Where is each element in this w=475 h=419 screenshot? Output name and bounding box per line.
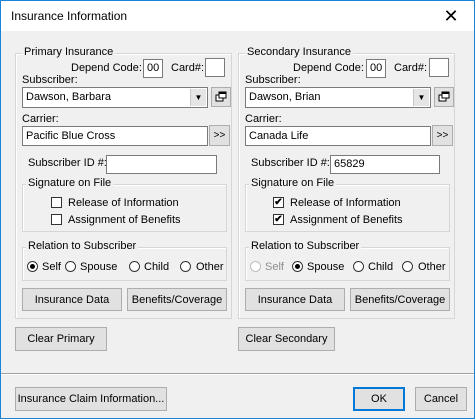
clear-primary-button[interactable]: Clear Primary xyxy=(15,327,107,351)
clear-secondary-button[interactable]: Clear Secondary xyxy=(238,327,335,351)
secondary-subscriber-id-label: Subscriber ID #: xyxy=(251,157,330,169)
secondary-carrier-label: Carrier: xyxy=(245,113,282,125)
secondary-assignment-checkbox[interactable]: ✔ xyxy=(273,214,284,225)
secondary-relation-child-radio[interactable] xyxy=(353,261,364,272)
secondary-release-label: Release of Information xyxy=(290,197,401,209)
ok-button[interactable]: OK xyxy=(353,387,405,411)
chevron-down-icon[interactable]: ▼ xyxy=(413,89,429,106)
window-title: Insurance Information xyxy=(11,9,128,23)
primary-subscriber-id-input[interactable] xyxy=(106,155,217,174)
primary-group-label: Primary Insurance xyxy=(22,46,116,58)
primary-card-input[interactable] xyxy=(205,58,225,77)
title-bar: Insurance Information ✕ xyxy=(1,1,474,31)
primary-assignment-checkbox[interactable] xyxy=(51,214,62,225)
secondary-subscriber-value: Dawson, Brian xyxy=(249,91,321,103)
footer-divider xyxy=(1,373,474,375)
secondary-relation-child-label: Child xyxy=(368,261,394,273)
secondary-insurance-data-button[interactable]: Insurance Data xyxy=(245,288,345,311)
primary-relation-self-label: Self xyxy=(42,261,61,273)
secondary-subscriber-select[interactable]: Dawson, Brian ▼ xyxy=(245,87,431,108)
primary-subscriber-value: Dawson, Barbara xyxy=(26,91,111,103)
primary-relation-child-label: Child xyxy=(144,261,170,273)
primary-insurance-data-button[interactable]: Insurance Data xyxy=(22,288,122,311)
secondary-benefits-button[interactable]: Benefits/Coverage xyxy=(350,288,450,311)
primary-relation-child-radio[interactable] xyxy=(129,261,140,272)
window-copy-icon xyxy=(438,91,450,102)
insurance-dialog: Insurance Information ✕ Primary Insuranc… xyxy=(0,0,475,419)
primary-relation-other-radio[interactable] xyxy=(180,261,191,272)
secondary-card-input[interactable] xyxy=(429,58,449,77)
insurance-claim-info-button[interactable]: Insurance Claim Information... xyxy=(15,387,167,411)
secondary-signature-label: Signature on File xyxy=(249,177,337,189)
primary-signature-label: Signature on File xyxy=(26,177,114,189)
primary-relation-other-label: Other xyxy=(196,261,224,273)
primary-assignment-label: Assignment of Benefits xyxy=(68,214,181,226)
primary-carrier-input[interactable]: Pacific Blue Cross xyxy=(22,126,208,146)
primary-relation-label: Relation to Subscriber xyxy=(26,240,139,252)
secondary-depend-code-label: Depend Code: xyxy=(293,62,364,74)
primary-depend-code-label: Depend Code: xyxy=(71,62,142,74)
primary-subscriber-lookup-button[interactable] xyxy=(211,87,231,107)
primary-carrier-browse-button[interactable]: >> xyxy=(209,125,230,146)
primary-subscriber-id-label: Subscriber ID #: xyxy=(28,157,107,169)
secondary-card-label: Card#: xyxy=(394,62,428,74)
secondary-carrier-browse-button[interactable]: >> xyxy=(432,125,453,146)
secondary-relation-self-radio[interactable] xyxy=(250,261,261,272)
secondary-relation-other-radio[interactable] xyxy=(402,261,413,272)
chevron-down-icon[interactable]: ▼ xyxy=(190,89,206,106)
secondary-relation-self-label: Self xyxy=(265,261,284,273)
secondary-subscriber-lookup-button[interactable] xyxy=(434,87,454,107)
close-icon[interactable]: ✕ xyxy=(428,1,474,31)
primary-carrier-label: Carrier: xyxy=(22,113,59,125)
primary-relation-spouse-label: Spouse xyxy=(80,261,118,273)
secondary-release-checkbox[interactable]: ✔ xyxy=(273,197,284,208)
secondary-subscriber-label: Subscriber: xyxy=(245,74,301,86)
secondary-relation-spouse-radio[interactable] xyxy=(292,261,303,272)
primary-subscriber-label: Subscriber: xyxy=(22,74,78,86)
window-copy-icon xyxy=(215,91,227,102)
secondary-group-label: Secondary Insurance xyxy=(245,46,353,58)
secondary-depend-code-input[interactable]: 00 xyxy=(366,59,386,78)
secondary-assignment-label: Assignment of Benefits xyxy=(290,214,403,226)
primary-subscriber-select[interactable]: Dawson, Barbara ▼ xyxy=(22,87,208,108)
primary-release-checkbox[interactable] xyxy=(51,197,62,208)
secondary-relation-other-label: Other xyxy=(418,261,446,273)
primary-depend-code-input[interactable]: 00 xyxy=(143,59,163,78)
primary-card-label: Card#: xyxy=(171,62,205,74)
secondary-carrier-input[interactable]: Canada Life xyxy=(245,126,431,146)
cancel-button[interactable]: Cancel xyxy=(415,387,467,411)
secondary-relation-label: Relation to Subscriber xyxy=(249,240,362,252)
primary-relation-spouse-radio[interactable] xyxy=(65,261,76,272)
primary-release-label: Release of Information xyxy=(68,197,179,209)
primary-relation-self-radio[interactable] xyxy=(27,261,38,272)
primary-benefits-button[interactable]: Benefits/Coverage xyxy=(127,288,227,311)
secondary-relation-spouse-label: Spouse xyxy=(307,261,345,273)
secondary-subscriber-id-input[interactable]: 65829 xyxy=(330,155,440,174)
